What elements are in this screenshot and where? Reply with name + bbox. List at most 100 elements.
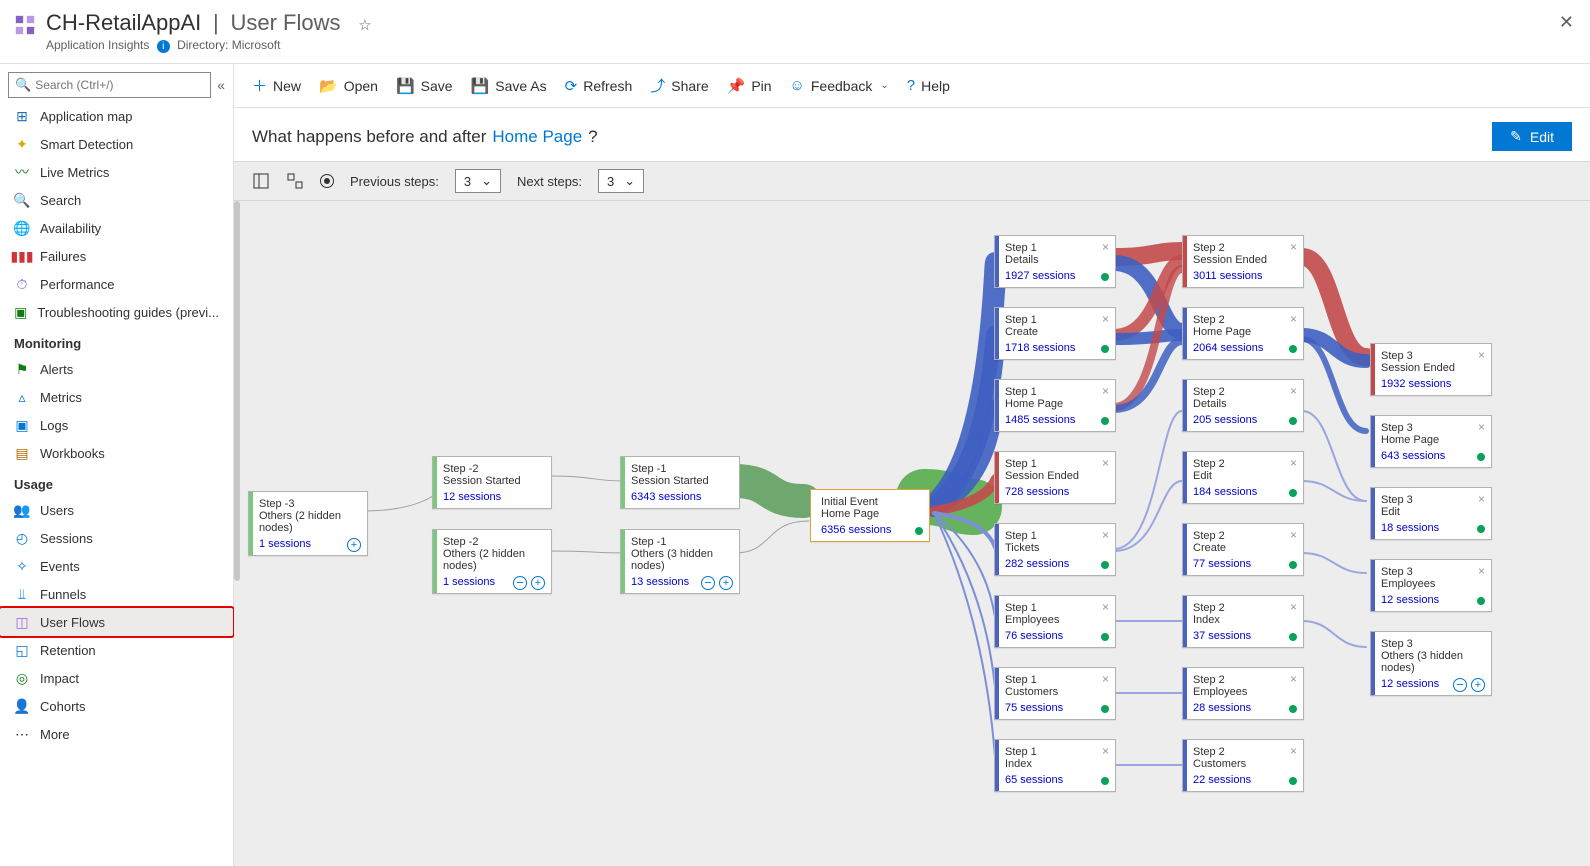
layout1-icon[interactable]: [252, 172, 270, 190]
sidebar-item-metrics[interactable]: ▵Metrics: [0, 383, 233, 411]
open-button[interactable]: 📂Open: [319, 77, 378, 95]
node-s1_home[interactable]: Step 1Home Page1485 sessions×: [994, 379, 1116, 432]
sidebar-item-more[interactable]: ⋯More: [0, 720, 233, 748]
sidebar-item-events[interactable]: ✧Events: [0, 552, 233, 580]
node-s3_home[interactable]: Step 3Home Page643 sessions×: [1370, 415, 1492, 468]
sidebar-item-cohorts[interactable]: 👤Cohorts: [0, 692, 233, 720]
sidebar-item-search[interactable]: 🔍Search: [0, 186, 233, 214]
sidebar-item-smart-detection[interactable]: ✦Smart Detection: [0, 130, 233, 158]
node-s2_home[interactable]: Step 2Home Page2064 sessions×: [1182, 307, 1304, 360]
flow-canvas[interactable]: Step -3 Others (2 hidden nodes) 1 sessio…: [234, 201, 1590, 866]
node-s3_ended[interactable]: Step 3Session Ended1932 sessions×: [1370, 343, 1492, 396]
sidebar-item-alerts[interactable]: ⚑Alerts: [0, 355, 233, 383]
node-s1_index[interactable]: Step 1Index65 sessions×: [994, 739, 1116, 792]
close-icon[interactable]: ×: [1102, 240, 1109, 254]
new-button[interactable]: ＋New: [252, 75, 301, 96]
saveas-button[interactable]: 💾Save As: [471, 77, 547, 95]
sidebar-item-retention[interactable]: ◱Retention: [0, 636, 233, 664]
node-s1_emp[interactable]: Step 1Employees76 sessions×: [994, 595, 1116, 648]
close-icon[interactable]: ×: [1290, 600, 1297, 614]
close-icon[interactable]: ×: [1290, 672, 1297, 686]
close-icon[interactable]: ×: [1290, 240, 1297, 254]
feedback-button[interactable]: ☺Feedback⌄: [790, 77, 889, 94]
node-step-m1-a[interactable]: Step -1 Session Started 6343 sessions: [620, 456, 740, 509]
collapse-icon[interactable]: −: [701, 576, 715, 590]
save-button[interactable]: 💾Save: [396, 77, 453, 95]
sidebar-item-live-metrics[interactable]: 〰Live Metrics: [0, 158, 233, 186]
sidebar-item-funnels[interactable]: ⫫Funnels: [0, 580, 233, 608]
edit-button[interactable]: ✎Edit: [1492, 122, 1572, 151]
pin-icon[interactable]: ☆: [358, 17, 371, 34]
collapse-sidebar-icon[interactable]: «: [217, 77, 225, 93]
node-s2_cust[interactable]: Step 2Customers22 sessions×: [1182, 739, 1304, 792]
close-icon[interactable]: ×: [1102, 528, 1109, 542]
close-icon[interactable]: ✕: [1559, 12, 1574, 33]
node-step-m3[interactable]: Step -3 Others (2 hidden nodes) 1 sessio…: [248, 491, 368, 556]
node-step-m2-a[interactable]: Step -2 Session Started 12 sessions: [432, 456, 552, 509]
expand-icon[interactable]: +: [719, 576, 733, 590]
expand-icon[interactable]: +: [1471, 678, 1485, 692]
node-s2_create[interactable]: Step 2Create77 sessions×: [1182, 523, 1304, 576]
close-icon[interactable]: ×: [1290, 312, 1297, 326]
sidebar-item-sessions[interactable]: ◴Sessions: [0, 524, 233, 552]
close-icon[interactable]: ×: [1102, 600, 1109, 614]
node-s2_emp[interactable]: Step 2Employees28 sessions×: [1182, 667, 1304, 720]
close-icon[interactable]: ×: [1102, 744, 1109, 758]
close-icon[interactable]: ×: [1102, 672, 1109, 686]
collapse-icon[interactable]: −: [1453, 678, 1467, 692]
refresh-button[interactable]: ⟳Refresh: [565, 77, 633, 95]
node-s1_tickets[interactable]: Step 1Tickets282 sessions×: [994, 523, 1116, 576]
node-s1_cust[interactable]: Step 1Customers75 sessions×: [994, 667, 1116, 720]
expand-icon[interactable]: +: [347, 538, 361, 552]
help-button[interactable]: ?Help: [907, 77, 950, 94]
expand-icon[interactable]: +: [531, 576, 545, 590]
info-icon[interactable]: i: [157, 40, 170, 53]
close-icon[interactable]: ×: [1102, 312, 1109, 326]
sidebar-item-workbooks[interactable]: ▤Workbooks: [0, 439, 233, 467]
pin-button[interactable]: 📌Pin: [727, 77, 772, 95]
radio-icon[interactable]: [320, 174, 334, 188]
scroll-indicator[interactable]: [234, 201, 240, 581]
close-icon[interactable]: ×: [1478, 492, 1485, 506]
search-field[interactable]: [35, 78, 204, 92]
node-initial[interactable]: Initial Event Home Page 6356 sessions: [810, 489, 930, 542]
node-s3_others[interactable]: Step 3Others (3 hidden nodes)12 sessions…: [1370, 631, 1492, 696]
collapse-icon[interactable]: −: [513, 576, 527, 590]
sidebar-item-impact[interactable]: ◎Impact: [0, 664, 233, 692]
sidebar-item-application-map[interactable]: ⊞Application map: [0, 102, 233, 130]
close-icon[interactable]: ×: [1102, 384, 1109, 398]
node-s1_details[interactable]: Step 1Details1927 sessions×: [994, 235, 1116, 288]
prev-steps-select[interactable]: 3⌄: [455, 169, 501, 193]
search-input[interactable]: 🔍: [8, 72, 211, 98]
next-steps-select[interactable]: 3⌄: [598, 169, 644, 193]
sidebar-item-users[interactable]: 👥Users: [0, 496, 233, 524]
node-step-m1-b[interactable]: Step -1 Others (3 hidden nodes) 13 sessi…: [620, 529, 740, 594]
share-button[interactable]: ⤴Share: [650, 75, 708, 96]
close-icon[interactable]: ×: [1478, 420, 1485, 434]
close-icon[interactable]: ×: [1478, 564, 1485, 578]
close-icon[interactable]: ×: [1290, 744, 1297, 758]
node-s2_index[interactable]: Step 2Index37 sessions×: [1182, 595, 1304, 648]
sidebar-item-performance[interactable]: ⏱Performance: [0, 270, 233, 298]
node-s2_ended[interactable]: Step 2Session Ended3011 sessions×: [1182, 235, 1304, 288]
node-s2_edit[interactable]: Step 2Edit184 sessions×: [1182, 451, 1304, 504]
sidebar-item-user-flows[interactable]: ◫User Flows: [0, 608, 233, 636]
node-s3_emp[interactable]: Step 3Employees12 sessions×: [1370, 559, 1492, 612]
node-step-m2-b[interactable]: Step -2 Others (2 hidden nodes) 1 sessio…: [432, 529, 552, 594]
layout2-icon[interactable]: [286, 172, 304, 190]
close-icon[interactable]: ×: [1478, 348, 1485, 362]
sidebar-item-availability[interactable]: 🌐Availability: [0, 214, 233, 242]
node-s2_details[interactable]: Step 2Details205 sessions×: [1182, 379, 1304, 432]
close-icon[interactable]: ×: [1290, 384, 1297, 398]
question-event-link[interactable]: Home Page: [492, 127, 582, 147]
node-s1_create[interactable]: Step 1Create1718 sessions×: [994, 307, 1116, 360]
close-icon[interactable]: ×: [1290, 456, 1297, 470]
sidebar-item-logs[interactable]: ▣Logs: [0, 411, 233, 439]
node-s1_ended[interactable]: Step 1Session Ended728 sessions×: [994, 451, 1116, 504]
sidebar-item-failures[interactable]: ▮▮▮Failures: [0, 242, 233, 270]
close-icon[interactable]: ×: [1290, 528, 1297, 542]
sidebar-item-troubleshooting-guides-previ-[interactable]: ▣Troubleshooting guides (previ...: [0, 298, 233, 326]
nav-icon: ⏱: [14, 276, 30, 292]
node-s3_edit[interactable]: Step 3Edit18 sessions×: [1370, 487, 1492, 540]
close-icon[interactable]: ×: [1102, 456, 1109, 470]
